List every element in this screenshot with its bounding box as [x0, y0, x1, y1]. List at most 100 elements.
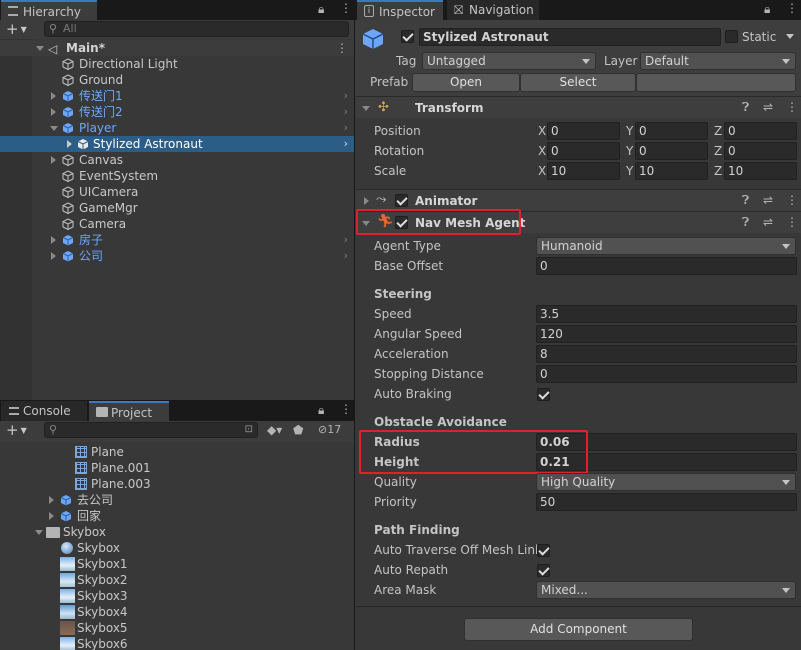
project-search-input[interactable]: ⚲ ⊡ — [44, 422, 258, 438]
presets-icon[interactable]: ⇌ — [763, 215, 773, 229]
static-checkbox[interactable] — [725, 30, 738, 43]
hierarchy-search-input[interactable]: ⚲ All — [44, 21, 349, 37]
quality-dropdown[interactable]: High Quality — [536, 473, 796, 491]
expand-arrow-icon[interactable] — [51, 236, 56, 244]
more-options-icon[interactable]: ⋮ — [340, 1, 352, 15]
lock-icon[interactable]: 🔒︎ — [764, 2, 770, 17]
rotation-x-field[interactable]: 0 — [547, 142, 620, 160]
rotation-z-field[interactable]: 0 — [724, 142, 797, 160]
layer-dropdown[interactable]: Default — [640, 52, 796, 70]
list-item[interactable]: Skybox3 — [0, 588, 354, 604]
component-menu-icon[interactable]: ⋮ — [786, 193, 798, 207]
scale-x-label[interactable]: X — [538, 164, 546, 178]
area-mask-dropdown[interactable]: Mixed... — [536, 581, 796, 599]
hierarchy-item[interactable]: GameMgr — [0, 200, 354, 216]
chevron-right-icon[interactable]: › — [344, 104, 348, 120]
chevron-right-icon[interactable]: › — [344, 136, 348, 152]
hierarchy-item[interactable]: 传送门1 › — [0, 88, 354, 104]
expand-arrow-icon[interactable] — [51, 92, 56, 100]
list-item[interactable]: Skybox — [0, 540, 354, 556]
position-x-field[interactable]: 0 — [547, 122, 620, 140]
prefab-open-button[interactable]: Open — [412, 73, 520, 92]
prefab-select-button[interactable]: Select — [520, 73, 636, 92]
hierarchy-item[interactable]: UICamera — [0, 184, 354, 200]
hierarchy-item-selected[interactable]: Stylized Astronaut › — [0, 136, 354, 152]
angular-speed-field[interactable]: 120 — [536, 325, 797, 343]
help-icon[interactable]: ❓︎ — [742, 100, 749, 115]
tab-hierarchy[interactable]: Hierarchy — [1, 0, 97, 20]
expand-arrow-icon[interactable] — [364, 197, 369, 205]
expand-arrow-icon[interactable] — [51, 108, 56, 116]
more-options-icon[interactable]: ⋮ — [786, 1, 798, 15]
scale-z-field[interactable]: 10 — [724, 162, 797, 180]
rotation-z-label[interactable]: Z — [714, 144, 722, 158]
hierarchy-item[interactable]: Ground — [0, 72, 354, 88]
hidden-packages-toggle[interactable]: ⊘17 — [318, 423, 341, 436]
animator-header[interactable]: ⤳ Animator ❓︎ ⇌ ⋮ — [356, 189, 801, 211]
chevron-right-icon[interactable]: › — [344, 120, 348, 136]
scale-y-label[interactable]: Y — [626, 164, 633, 178]
agent-type-dropdown[interactable]: Humanoid — [536, 237, 796, 255]
hierarchy-item[interactable]: Player › — [0, 120, 354, 136]
chevron-right-icon[interactable]: › — [344, 232, 348, 248]
rotation-y-field[interactable]: 0 — [635, 142, 708, 160]
chevron-right-icon[interactable]: › — [344, 248, 348, 264]
presets-icon[interactable]: ⇌ — [763, 193, 773, 207]
lock-icon[interactable]: 🔒︎ — [318, 2, 324, 17]
list-item[interactable]: Skybox6 — [0, 636, 354, 650]
list-item[interactable]: Skybox5 — [0, 620, 354, 636]
expand-arrow-icon[interactable] — [49, 496, 54, 504]
add-component-button[interactable]: Add Component — [464, 618, 693, 641]
list-item[interactable]: Skybox4 — [0, 604, 354, 620]
scale-x-field[interactable]: 10 — [547, 162, 620, 180]
active-checkbox[interactable] — [401, 30, 414, 43]
position-z-field[interactable]: 0 — [724, 122, 797, 140]
list-item[interactable]: Plane.003 — [0, 476, 354, 492]
scene-menu-icon[interactable]: ⋮ — [336, 40, 348, 56]
tab-inspector[interactable]: i Inspector — [357, 0, 443, 20]
help-icon[interactable]: ❓︎ — [742, 193, 749, 208]
hierarchy-item[interactable]: EventSystem — [0, 168, 354, 184]
hierarchy-item[interactable]: Canvas — [0, 152, 354, 168]
animator-enabled-checkbox[interactable] — [395, 194, 408, 207]
scene-row[interactable]: ◁ Main* ⋮ — [0, 40, 354, 56]
hierarchy-item[interactable]: Camera — [0, 216, 354, 232]
speed-field[interactable]: 3.5 — [536, 305, 797, 323]
scale-y-field[interactable]: 10 — [635, 162, 708, 180]
search-options-icon[interactable]: ⊡ — [245, 423, 253, 437]
project-add-button[interactable]: + ▼ — [6, 421, 27, 440]
expand-arrow-icon[interactable] — [50, 126, 58, 131]
more-options-icon[interactable]: ⋮ — [340, 402, 352, 416]
list-item[interactable]: Skybox2 — [0, 572, 354, 588]
auto-repath-checkbox[interactable] — [537, 564, 550, 577]
expand-arrow-icon[interactable] — [49, 512, 54, 520]
list-item[interactable]: Skybox — [0, 524, 354, 540]
component-menu-icon[interactable]: ⋮ — [786, 100, 798, 114]
scale-z-label[interactable]: Z — [714, 164, 722, 178]
position-y-label[interactable]: Y — [626, 124, 633, 138]
object-name-field[interactable]: Stylized Astronaut — [419, 28, 721, 46]
list-item[interactable]: 去公司 — [0, 492, 354, 508]
presets-icon[interactable]: ⇌ — [763, 100, 773, 114]
lock-icon[interactable]: 🔒︎ — [318, 403, 324, 418]
hierarchy-add-button[interactable]: + ▼ — [6, 20, 27, 39]
list-item[interactable]: Plane.001 — [0, 460, 354, 476]
auto-traverse-checkbox[interactable] — [537, 544, 550, 557]
prefab-overrides-button[interactable] — [636, 73, 796, 92]
tab-navigation[interactable]: ⛝ Navigation — [447, 0, 539, 20]
hierarchy-item[interactable]: 传送门2 › — [0, 104, 354, 120]
acceleration-field[interactable]: 8 — [536, 345, 797, 363]
expand-arrow-icon[interactable] — [67, 140, 72, 148]
component-menu-icon[interactable]: ⋮ — [786, 215, 798, 229]
hierarchy-item[interactable]: 公司 › — [0, 248, 354, 264]
search-by-label-icon[interactable]: ⬟ — [293, 423, 303, 437]
hierarchy-item[interactable]: Directional Light — [0, 56, 354, 72]
list-item[interactable]: 回家 — [0, 508, 354, 524]
priority-field[interactable]: 50 — [536, 493, 797, 511]
tab-project[interactable]: Project — [89, 401, 169, 421]
list-item[interactable]: Plane — [0, 444, 354, 460]
static-dropdown[interactable] — [779, 28, 799, 46]
hierarchy-item[interactable]: 房子 › — [0, 232, 354, 248]
expand-arrow-icon[interactable] — [35, 530, 43, 535]
list-item[interactable]: Skybox1 — [0, 556, 354, 572]
